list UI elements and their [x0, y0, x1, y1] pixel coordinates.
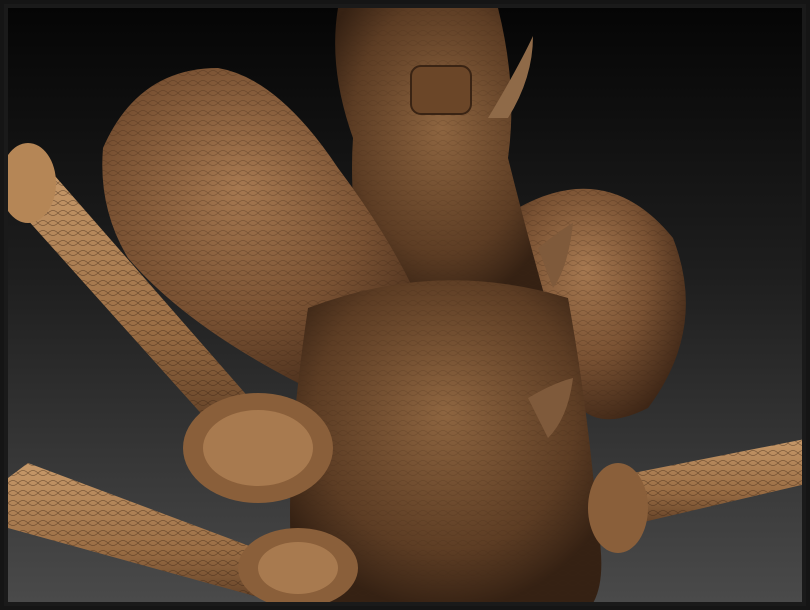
leg-joint-right: [588, 463, 648, 553]
viewport-frame: [0, 0, 810, 610]
leg-joint-left: [183, 393, 333, 503]
sculpt-viewport[interactable]: [8, 8, 802, 602]
sculpt-render-canvas: [8, 8, 802, 602]
